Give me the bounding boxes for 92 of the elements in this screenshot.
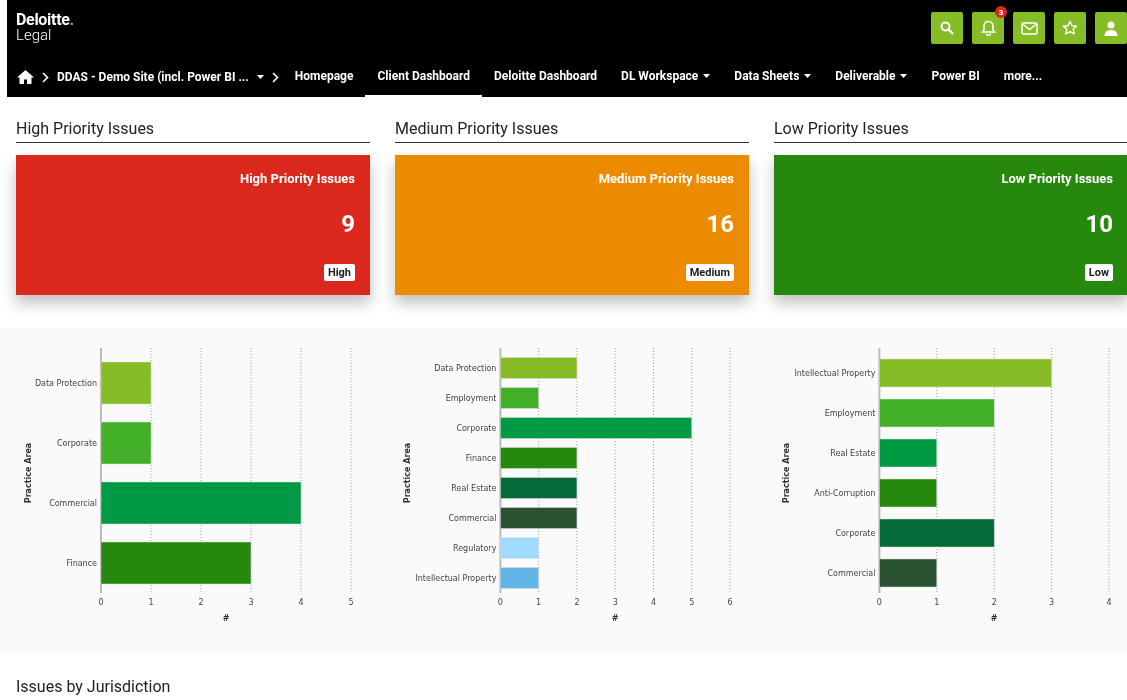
section-heading: Low Priority Issues [774,119,1127,143]
chart-bar [100,361,152,405]
bell-icon [980,20,996,36]
section-heading: Issues by Jurisdiction [16,677,171,696]
nav-tab[interactable]: Client Dashboard [365,57,482,97]
chart-bar [879,478,938,508]
nav-tab[interactable]: Power BI [919,57,992,97]
axis-label: Commercial [448,514,497,523]
favorites-button[interactable] [1054,12,1086,44]
issue-count: 10 [1085,210,1113,238]
axis-label: Intellectual Property [794,369,876,378]
chart-bar [500,537,539,559]
summary-card[interactable]: Low Priority Issues 10 Low [774,155,1127,295]
axis-title: # [990,614,998,623]
issue-count: 16 [706,210,734,238]
axis-label: Corporate [57,439,97,448]
search-button[interactable] [931,12,963,44]
chart-bar [879,558,938,588]
tick-label: 4 [1106,598,1112,607]
caret-icon [256,75,264,79]
breadcrumb-link[interactable]: DDAS - Demo Site (incl. Power BI ... [57,70,249,84]
mail-button[interactable] [1013,12,1045,44]
axis-label: Employment [824,409,876,418]
axis-label: Finance [66,559,97,568]
axis-label: Finance [465,454,497,463]
axis-label: Intellectual Property [415,574,497,583]
tick-label: 6 [727,598,733,607]
axis-title: # [222,614,230,623]
priority-tag: Medium [685,264,734,281]
chevron-icon [42,71,49,83]
notifications-button[interactable] [972,12,1004,44]
star-icon [1062,20,1078,36]
logo-text[interactable]: Deloitte. [16,12,74,28]
home-icon[interactable] [17,70,34,84]
priority-tag: Low [1084,264,1113,281]
tick-label: 5 [689,598,695,607]
axis-title: Practice Area [403,442,412,504]
tick-label: 4 [650,598,656,607]
tick-label: 0 [497,598,503,607]
nav-tab[interactable]: Deliverable [823,57,920,97]
axis-title: Practice Area [782,442,791,504]
notification-badge: 3 [995,6,1007,18]
axis-label: Employment [445,394,497,403]
axis-label: Real Estate [830,449,876,458]
axis-title: Practice Area [24,442,33,504]
nav-tab[interactable]: Deloitte Dashboard [482,57,610,97]
search-icon [940,21,954,35]
chart-bar [500,567,539,589]
nav-tab[interactable]: Homepage [282,57,366,97]
axis-label: Data Protection [34,379,97,388]
summary-card[interactable]: High Priority Issues 9 High [16,155,370,295]
tick-label: 3 [248,598,254,607]
axis-label: Corporate [835,529,876,538]
card-title: Low Priority Issues [1001,171,1113,186]
tick-label: 5 [348,598,354,607]
priority-tag: High [323,264,355,281]
issue-count: 9 [341,210,355,238]
nav-tab[interactable]: DL Workspace [609,57,723,97]
card-title: Medium Priority Issues [598,171,734,186]
tick-label: 0 [876,598,882,607]
tick-label: 3 [612,598,618,607]
tick-label: 2 [198,598,204,607]
tick-label: 1 [148,598,154,607]
tick-label: 2 [991,598,997,607]
tick-label: 0 [98,598,104,607]
axis-label: Commercial [49,499,97,508]
profile-button[interactable] [1095,12,1127,44]
axis-title: # [611,614,619,623]
axis-label: Commercial [827,569,876,578]
tick-label: 2 [574,598,580,607]
tick-label: 3 [1049,598,1055,607]
axis-label: Anti-Corruption [814,489,876,498]
logo-subtitle: Legal [16,28,53,43]
card-title: High Priority Issues [240,171,355,186]
axis-label: Corporate [456,424,497,433]
tick-label: 4 [298,598,304,607]
nav-tab[interactable]: more... [991,57,1055,97]
summary-card[interactable]: Medium Priority Issues 16 Medium [395,155,749,295]
tick-label: 1 [934,598,940,607]
tick-label: 1 [536,598,542,607]
chart-bar [879,438,938,468]
section-heading: High Priority Issues [16,119,370,143]
axis-label: Real Estate [451,484,497,493]
chart-bar [500,387,539,409]
chevron-icon [271,71,279,83]
section-heading: Medium Priority Issues [395,119,749,143]
chart-bar [100,421,152,465]
envelope-icon [1020,21,1038,35]
user-icon [1104,20,1118,36]
axis-label: Regulatory [452,544,497,553]
axis-label: Data Protection [434,364,497,373]
nav-tab[interactable]: Data Sheets [722,57,824,97]
